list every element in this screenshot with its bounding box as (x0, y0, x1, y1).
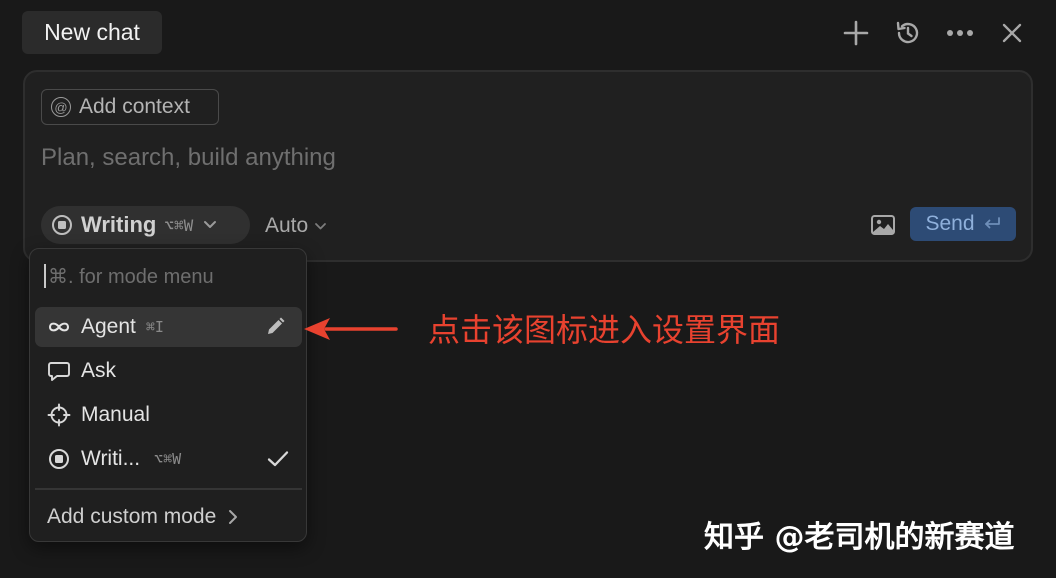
mode-label: Writing (81, 212, 157, 237)
model-label: Auto (265, 214, 309, 237)
pencil-icon[interactable] (264, 316, 286, 338)
menu-item-shortcut: ⌥⌘W (154, 450, 182, 468)
add-custom-mode-item[interactable]: Add custom mode (35, 498, 302, 536)
history-button[interactable] (891, 16, 925, 50)
ellipsis-icon (947, 30, 973, 36)
chevron-right-icon (229, 510, 238, 524)
more-button[interactable] (943, 16, 977, 50)
menu-item-label: Manual (81, 403, 150, 426)
menu-item-agent[interactable]: Agent ⌘I (35, 307, 302, 347)
close-icon (1002, 23, 1022, 43)
watermark: 知乎 @老司机的新赛道 (704, 520, 1015, 555)
menu-item-label: Agent (81, 315, 136, 338)
chevron-down-icon (204, 221, 217, 228)
add-context-button[interactable]: @ Add context (41, 89, 219, 125)
annotation-text: 点击该图标进入设置界面 (428, 311, 781, 349)
chat-tab-title: New chat (44, 19, 140, 45)
send-button[interactable]: Send (910, 207, 1016, 241)
menu-item-ask[interactable]: Ask (35, 351, 302, 391)
menu-item-label: Ask (81, 359, 117, 382)
menu-item-manual[interactable]: Manual (35, 395, 302, 435)
mode-menu-search-placeholder: ⌘. for mode menu (48, 265, 214, 288)
chat-bubble-icon (47, 359, 71, 383)
history-icon (896, 21, 919, 44)
infinity-icon (47, 315, 71, 339)
model-selector[interactable]: Auto (265, 211, 327, 241)
mode-shortcut: ⌥⌘W (164, 215, 194, 235)
annotation-arrow (304, 318, 398, 340)
menu-divider (35, 488, 302, 490)
stop-circle-icon (52, 215, 72, 235)
add-context-label: Add context (79, 95, 190, 118)
plus-icon (843, 20, 869, 46)
chevron-down-icon (315, 222, 327, 229)
stop-circle-icon (47, 447, 71, 471)
mode-menu-search[interactable]: ⌘. for mode menu (44, 261, 294, 291)
menu-item-shortcut: ⌘I (145, 318, 164, 336)
image-upload-icon[interactable] (870, 213, 896, 237)
text-caret (44, 264, 46, 288)
mode-selector[interactable]: Writing ⌥⌘W (41, 206, 250, 244)
add-custom-mode-label: Add custom mode (47, 505, 217, 528)
mode-menu: ⌘. for mode menu Agent ⌘I Ask Manual Wri… (29, 248, 307, 542)
checkmark-icon (267, 451, 289, 467)
send-label: Send (925, 212, 975, 235)
new-chat-button[interactable] (839, 16, 873, 50)
chat-panel: New chat @ Add context Plan, search, bui… (0, 0, 1056, 578)
return-icon (984, 217, 1000, 229)
crosshair-icon (47, 403, 71, 427)
menu-item-writing[interactable]: Writi... ⌥⌘W (35, 439, 302, 479)
close-button[interactable] (995, 16, 1029, 50)
at-sign-icon: @ (51, 97, 71, 117)
menu-item-label: Writi... (81, 447, 141, 470)
chat-tab[interactable]: New chat (22, 11, 162, 54)
prompt-input[interactable] (41, 138, 741, 178)
composer: @ Add context Writing ⌥⌘W Auto (23, 70, 1033, 262)
